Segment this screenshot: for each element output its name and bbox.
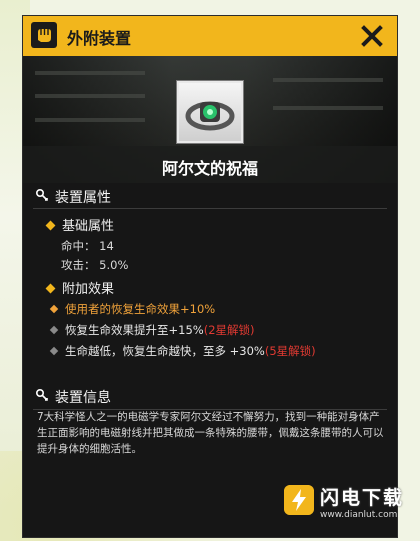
item-icon-frame[interactable]	[177, 81, 243, 143]
item-name: 阿尔文的祝福	[161, 159, 258, 178]
effect-row: 使用者的恢复生命效果+10%	[49, 301, 215, 317]
device-description: 7大科学怪人之一的电磁学专家阿尔文经过不懈努力，找到一种能对身体产生正面影响的电…	[37, 411, 384, 455]
diamond-bullet-icon	[49, 304, 59, 314]
close-icon[interactable]	[357, 21, 387, 51]
device-dialog: 外附装置 阿尔文的祝福 装置属性 基础属性 命中： 14 攻击： 5.0% 附加…	[22, 15, 402, 538]
item-banner: 阿尔文的祝福	[23, 56, 397, 183]
fist-icon	[31, 22, 57, 48]
banner-shelf	[35, 94, 145, 98]
banner-shelf	[273, 106, 383, 110]
watermark-text: 闪电下载	[320, 487, 405, 509]
banner-shelf	[273, 78, 383, 82]
diamond-bullet-icon	[45, 220, 56, 231]
stat-row: 命中： 14	[61, 239, 114, 253]
watermark-url: www.dianlut.com	[320, 510, 398, 520]
gear-link-icon	[35, 388, 48, 401]
banner-shelf	[35, 71, 145, 75]
base-attributes-header: 基础属性	[45, 215, 114, 234]
extra-effects-header: 附加效果	[45, 278, 114, 297]
stat-row: 攻击： 5.0%	[61, 258, 129, 272]
diamond-bullet-icon	[45, 283, 56, 294]
banner-shelf	[35, 118, 145, 122]
dialog-title: 外附装置	[67, 29, 132, 48]
diamond-bullet-icon	[49, 346, 59, 356]
effect-row: 恢复生命效果提升至+15%(2星解锁)	[49, 322, 255, 338]
section-divider	[33, 208, 387, 209]
lightning-logo	[284, 485, 314, 515]
gear-link-icon	[35, 188, 48, 201]
watermark: 闪电下载 www.dianlut.com	[284, 477, 409, 531]
effect-row: 生命越低，恢复生命越快，至多 +30%(5星解锁)	[49, 343, 316, 359]
diamond-bullet-icon	[49, 325, 59, 335]
dialog-titlebar: 外附装置	[23, 16, 397, 56]
belt-device-icon	[185, 101, 235, 131]
